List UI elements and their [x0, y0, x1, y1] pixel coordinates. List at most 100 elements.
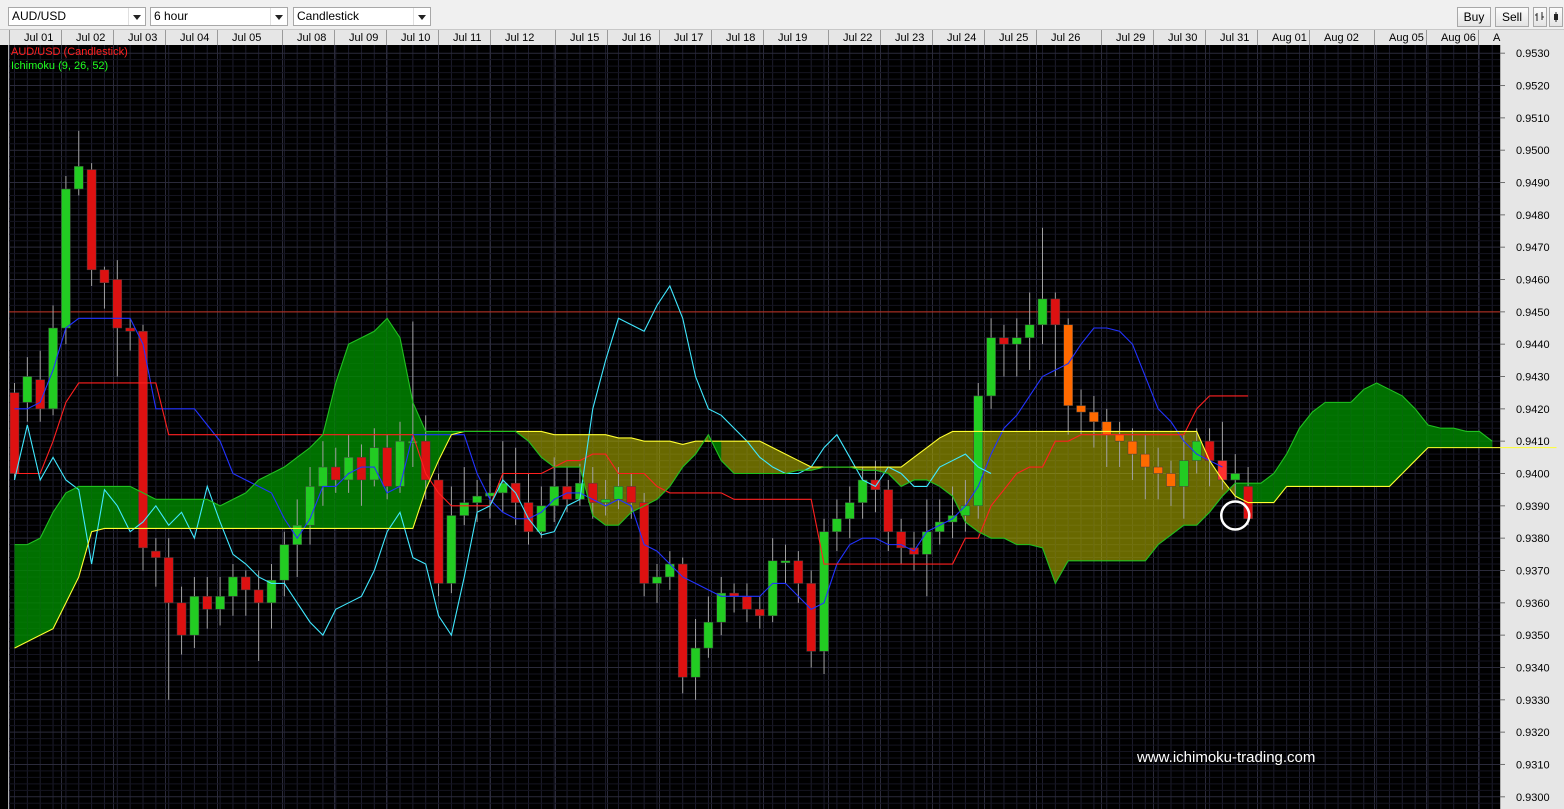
- candle-body: [1050, 298, 1061, 326]
- price-chart[interactable]: Jul 01 Jul 02 Jul 03 Jul 04 Jul 05 Jul 08 Jul …: [0, 30, 1564, 809]
- candle-body: [86, 169, 97, 271]
- candle-body: [690, 647, 701, 678]
- candle-body: [1012, 337, 1022, 345]
- cloud-segment: [1428, 425, 1441, 448]
- cloud-segment: [1312, 402, 1326, 487]
- price-tick-label: 0.9460: [1516, 275, 1550, 287]
- date-tick-label: Jul 09: [349, 32, 378, 44]
- cloud-segment: [991, 431, 1004, 539]
- cloud-segment: [567, 434, 580, 468]
- buy-button[interactable]: Buy: [1457, 7, 1491, 27]
- candle-body: [999, 337, 1009, 345]
- candle-body: [99, 269, 110, 283]
- date-tick-label: Jul 18: [726, 32, 755, 44]
- date-tick-label: Jul 08: [297, 32, 326, 44]
- candle-body: [973, 395, 983, 507]
- cloud-segment: [1093, 431, 1107, 561]
- chart-type-select[interactable]: Candlestick: [293, 7, 431, 26]
- date-tick-label: Jul 23: [895, 32, 924, 44]
- cloud-segment: [1081, 431, 1094, 561]
- price-tick-label: 0.9360: [1516, 598, 1550, 610]
- candle-body: [202, 596, 212, 610]
- price-tick-label: 0.9410: [1516, 436, 1550, 448]
- date-tick-label: A: [1493, 32, 1501, 44]
- candle-body: [369, 447, 380, 481]
- interval-select[interactable]: 6 hour: [150, 7, 288, 26]
- date-tick-label: Jul 05: [232, 32, 261, 44]
- candle-body: [446, 515, 457, 584]
- price-tick-label: 0.9310: [1516, 759, 1550, 771]
- date-tick-label: Jul 11: [453, 32, 482, 44]
- cloud-segment: [1016, 431, 1030, 545]
- cloud-segment: [734, 441, 747, 474]
- candle-body: [215, 596, 225, 610]
- symbol-select[interactable]: AUD/USD: [8, 7, 146, 26]
- candle-body: [780, 560, 791, 564]
- date-tick-label: Jul 02: [76, 32, 105, 44]
- price-tick-label: 0.9400: [1516, 468, 1550, 480]
- date-tick-label: Jul 19: [778, 32, 807, 44]
- candle-body: [163, 557, 174, 604]
- candle-body: [189, 596, 200, 636]
- date-tick-label: Aug 02: [1324, 32, 1359, 44]
- date-tick-label: Jul 31: [1220, 32, 1249, 44]
- chevron-down-icon[interactable]: [270, 8, 287, 25]
- cloud-segment: [1466, 431, 1480, 448]
- date-tick-label: Jul 26: [1051, 32, 1080, 44]
- candle-body: [600, 499, 611, 503]
- candle-body: [986, 337, 996, 397]
- price-tick-label: 0.9440: [1516, 339, 1550, 351]
- candle-body: [1089, 411, 1099, 423]
- date-tick-label: Jul 03: [128, 32, 157, 44]
- cloud-segment: [284, 457, 298, 529]
- cloud-segment: [348, 337, 362, 529]
- price-tick-label: 0.9480: [1516, 210, 1550, 222]
- chevron-down-icon[interactable]: [413, 8, 430, 25]
- interval-select-value: 6 hour: [154, 9, 189, 23]
- candle-chart-icon[interactable]: [1549, 7, 1563, 27]
- candle-body: [472, 495, 482, 503]
- price-tick-label: 0.9320: [1516, 727, 1550, 739]
- candle-body: [665, 563, 675, 578]
- candle-body: [1037, 298, 1048, 326]
- candle-body: [716, 592, 726, 623]
- date-tick-label: Aug 06: [1441, 32, 1476, 44]
- cloud-segment: [1440, 428, 1454, 448]
- price-tick-label: 0.9390: [1516, 501, 1550, 513]
- price-tick-label: 0.9330: [1516, 695, 1550, 707]
- price-tick-label: 0.9450: [1516, 307, 1550, 319]
- candle-body: [253, 589, 264, 604]
- cloud-segment: [1145, 431, 1159, 561]
- candle-body: [395, 440, 405, 487]
- candle-body: [626, 486, 637, 503]
- date-tick-label: Jul 01: [24, 32, 53, 44]
- date-tick-label: Aug 05: [1389, 32, 1424, 44]
- cloud-segment: [592, 434, 606, 526]
- cloud-segment: [605, 434, 619, 526]
- bar-chart-icon[interactable]: [1533, 7, 1547, 27]
- candle-body: [742, 596, 752, 610]
- candle-body: [9, 392, 20, 474]
- candle-body: [896, 531, 906, 549]
- candle-body: [883, 489, 894, 532]
- date-tick-label: Jul 10: [401, 32, 430, 44]
- candle-body: [793, 560, 804, 584]
- date-tick-label: Jul 15: [570, 32, 599, 44]
- candle-body: [1024, 324, 1035, 338]
- candle-body: [652, 576, 662, 584]
- candle-body: [331, 466, 341, 481]
- price-tick-label: 0.9370: [1516, 565, 1550, 577]
- cloud-segment: [746, 441, 760, 474]
- candle-body: [1140, 453, 1151, 468]
- sell-button[interactable]: Sell: [1495, 7, 1529, 27]
- candle-body: [1217, 460, 1228, 481]
- price-tick-label: 0.9500: [1516, 145, 1550, 157]
- date-tick-label: Jul 30: [1168, 32, 1197, 44]
- price-tick-label: 0.9470: [1516, 242, 1550, 254]
- chevron-down-icon[interactable]: [128, 8, 145, 25]
- candle-body: [806, 583, 816, 652]
- candle-body: [151, 550, 161, 558]
- cloud-segment: [387, 318, 400, 529]
- price-tick-label: 0.9300: [1516, 792, 1550, 804]
- candle-body: [1166, 473, 1176, 487]
